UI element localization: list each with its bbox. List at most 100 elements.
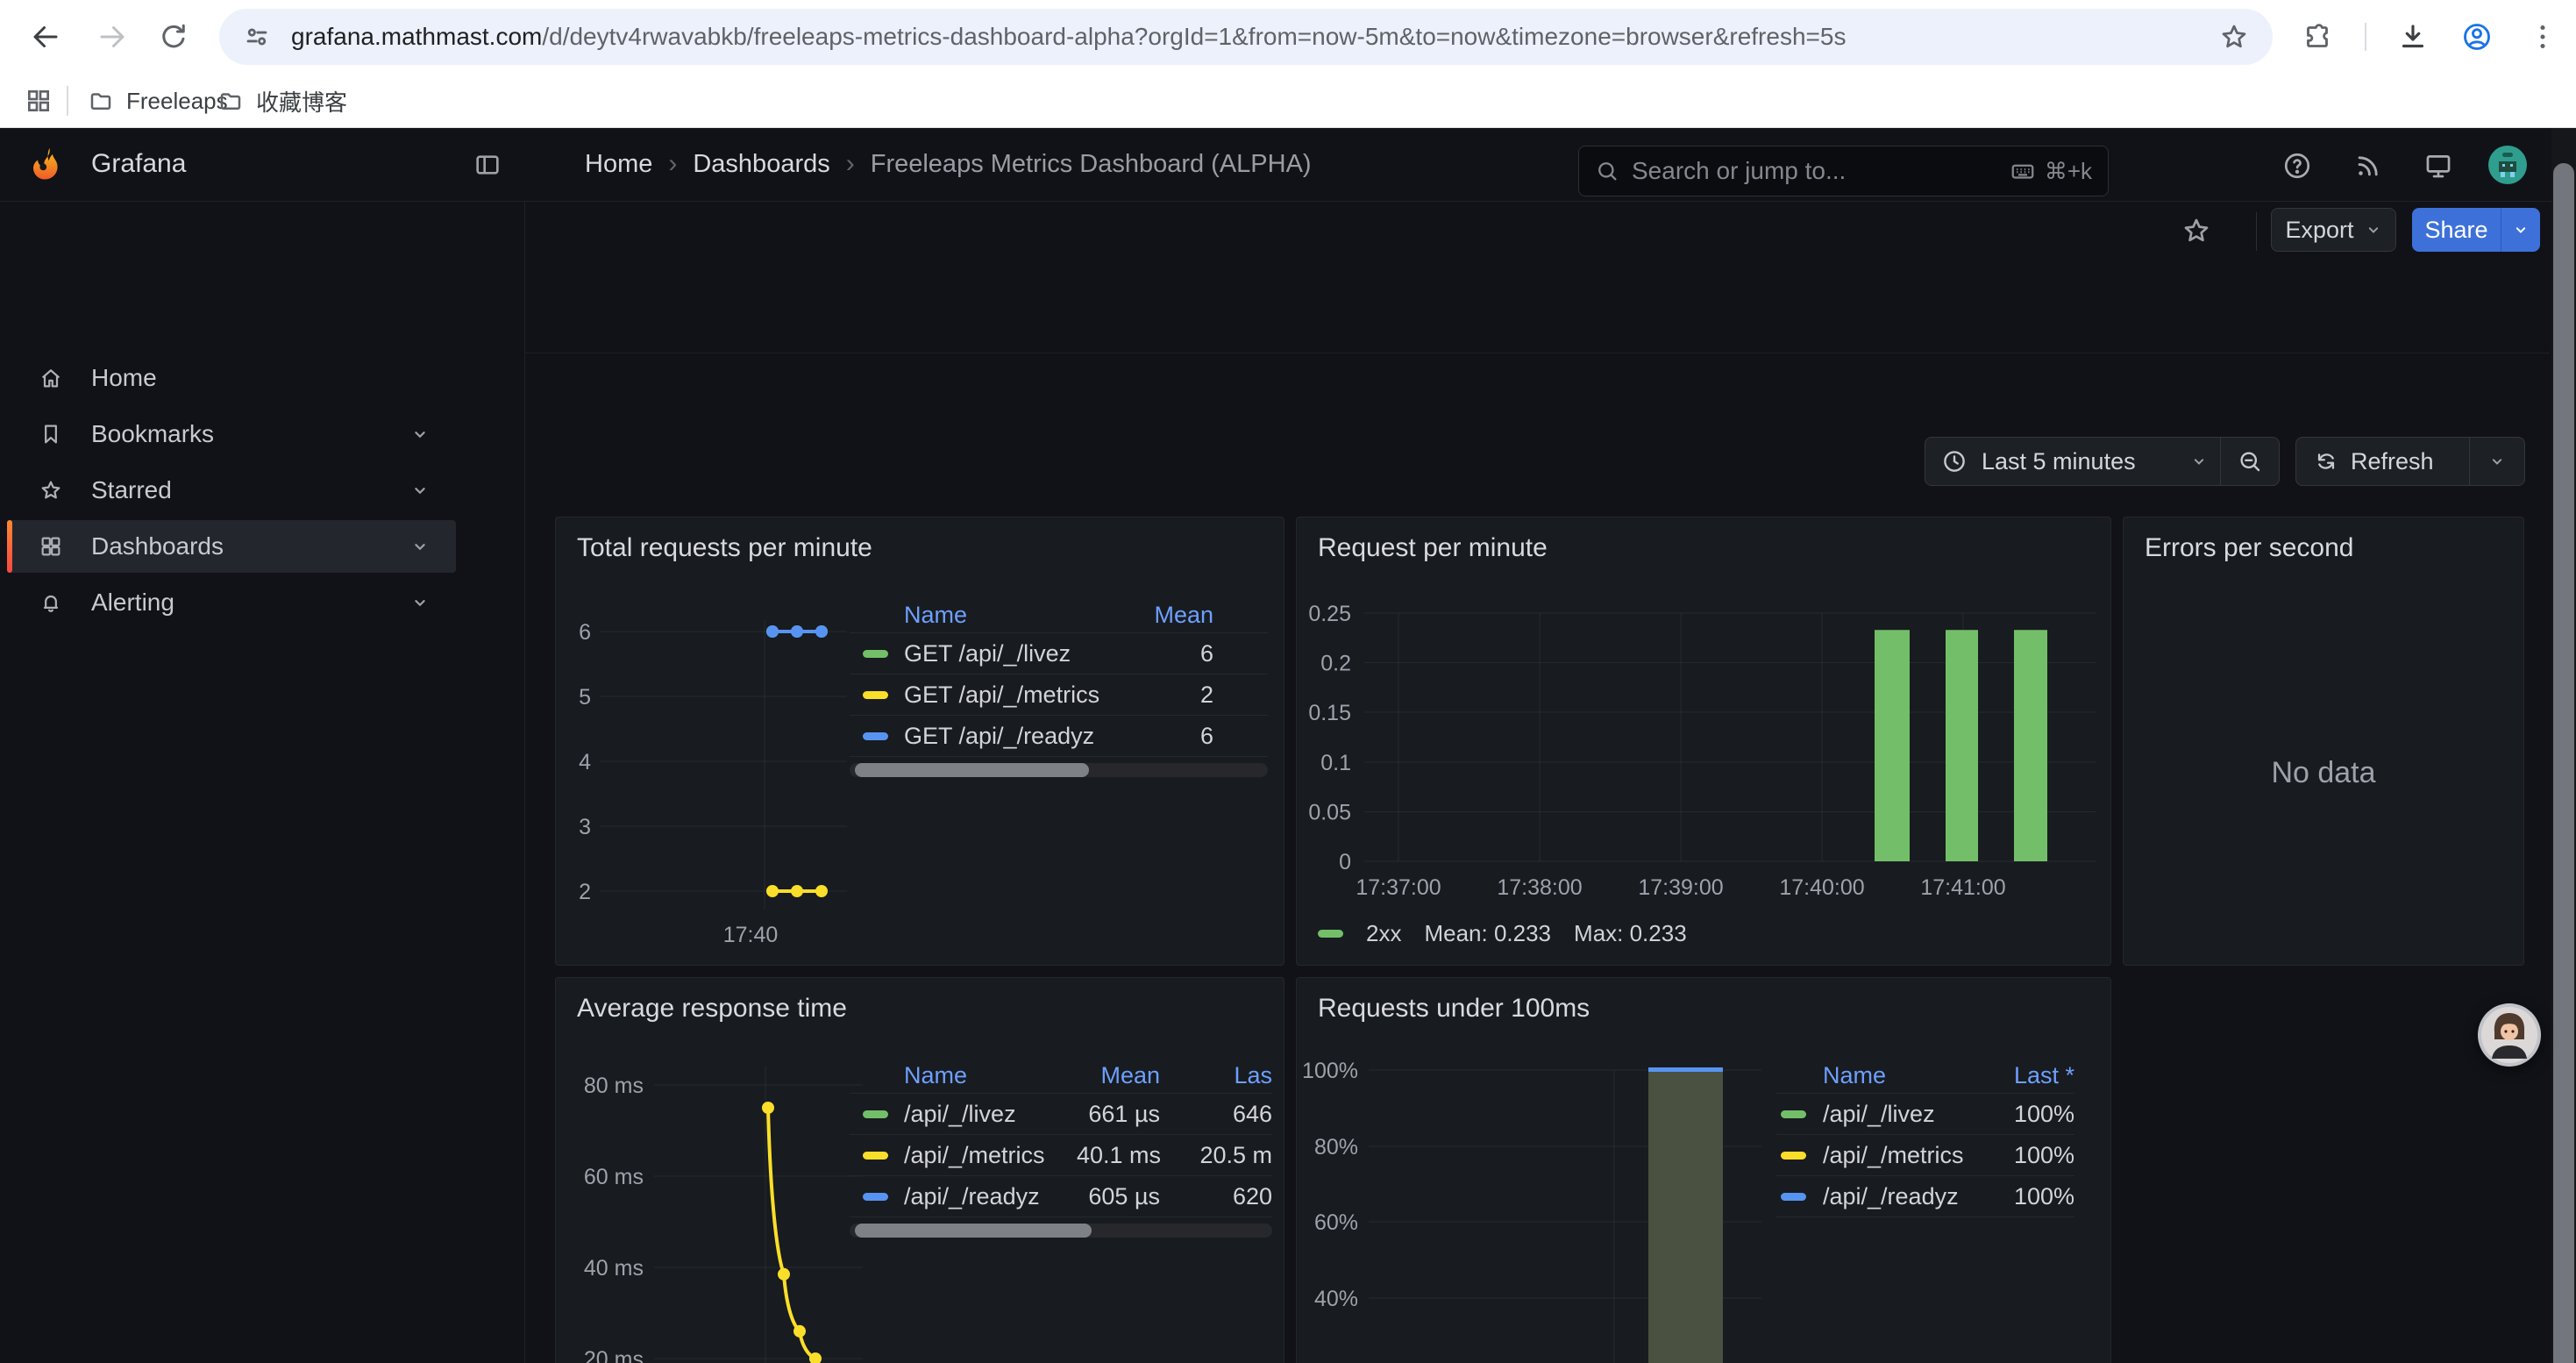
svg-text:0.15: 0.15 (1308, 701, 1351, 725)
zoom-out-icon (2237, 448, 2263, 475)
apps-grid-icon (39, 534, 63, 559)
sidebar-toggle-icon[interactable] (473, 151, 502, 179)
help-icon[interactable] (2282, 151, 2312, 181)
bookmark-folder-blogs[interactable]: 收藏博客 (217, 84, 347, 118)
series-color-pill (863, 732, 888, 740)
refresh-interval-button[interactable] (2470, 453, 2524, 470)
table-scrollbar[interactable] (850, 1224, 1272, 1238)
legend-row[interactable]: /api/_/livez661 µs646 (850, 1094, 1272, 1135)
sidebar-item-label: Alerting (91, 589, 410, 617)
svg-text:0: 0 (1339, 850, 1351, 874)
site-settings-icon[interactable] (242, 22, 272, 52)
clock-icon (1941, 448, 1968, 475)
no-data-message: No data (2124, 756, 2523, 790)
panel-title[interactable]: Average response time (577, 994, 847, 1024)
legend-row[interactable]: /api/_/readyz605 µs620 (850, 1176, 1272, 1217)
svg-text:60%: 60% (1314, 1210, 1358, 1235)
share-menu-button[interactable] (2501, 221, 2540, 239)
brand-label: Grafana (91, 149, 186, 179)
legend-row[interactable]: GET /api/_/readyz6 (850, 716, 1268, 757)
svg-text:80%: 80% (1314, 1135, 1358, 1160)
sidebar-item-dashboards[interactable]: Dashboards (7, 520, 456, 573)
chevron-down-icon (2512, 221, 2530, 239)
folder-icon (217, 88, 244, 114)
svg-text:60 ms: 60 ms (584, 1165, 644, 1189)
series-color-pill (863, 650, 888, 658)
profile-icon[interactable] (2461, 21, 2493, 53)
panel-title[interactable]: Errors per second (2145, 533, 2353, 563)
news-rss-icon[interactable] (2353, 151, 2383, 181)
page-scrollbar-thumb[interactable] (2553, 163, 2574, 1363)
legend-row[interactable]: GET /api/_/livez6 (850, 633, 1268, 674)
panel-title[interactable]: Requests under 100ms (1318, 994, 1590, 1024)
breadcrumb-home[interactable]: Home (585, 150, 652, 179)
panel-title[interactable]: Total requests per minute (577, 533, 872, 563)
bookmark-star-icon[interactable] (2218, 21, 2250, 53)
share-button-group: Share (2412, 208, 2540, 252)
sidebar-item-home[interactable]: Home (7, 352, 456, 404)
sidebar-item-starred[interactable]: Starred (7, 464, 456, 517)
grafana-logo[interactable] (25, 146, 63, 184)
sidebar-item-label: Starred (91, 476, 410, 504)
zoom-out-button[interactable] (2221, 448, 2279, 475)
keyboard-icon (2010, 158, 2036, 184)
sidebar-item-alerting[interactable]: Alerting (7, 576, 456, 629)
table-scrollbar-thumb[interactable] (855, 763, 1089, 777)
chart-legend[interactable]: 2xx Mean: 0.233 Max: 0.233 (1318, 920, 1687, 947)
extensions-icon[interactable] (2302, 21, 2333, 53)
star-icon (39, 478, 63, 503)
legend-table-header[interactable]: NameMeanLas (850, 1059, 1272, 1094)
back-icon[interactable] (30, 21, 61, 53)
screen: grafana.mathmast.com/d/deytv4rwavabkb/fr… (0, 0, 2576, 1363)
legend-row[interactable]: /api/_/metrics40.1 ms20.5 m (850, 1135, 1272, 1176)
url-bar[interactable]: grafana.mathmast.com/d/deytv4rwavabkb/fr… (219, 9, 2273, 65)
svg-text:40%: 40% (1314, 1287, 1358, 1311)
download-icon[interactable] (2397, 21, 2429, 53)
chart-request-per-minute[interactable]: 0.250.20.150.10.05017:37:0017:38:0017:39… (1297, 517, 2111, 966)
legend-row[interactable]: GET /api/_/metrics2 (850, 674, 1268, 716)
chevron-down-icon (2190, 453, 2208, 470)
kiosk-monitor-icon[interactable] (2423, 151, 2453, 181)
svg-text:0.2: 0.2 (1320, 652, 1351, 676)
chevron-down-icon (410, 537, 430, 556)
sidebar-item-bookmarks[interactable]: Bookmarks (7, 408, 456, 460)
legend-row[interactable]: /api/_/metrics100% (1776, 1135, 2074, 1176)
bookmark-icon (39, 422, 63, 446)
refresh-button[interactable]: Refresh (2351, 448, 2469, 475)
url-host: grafana.mathmast.com (291, 23, 542, 50)
panel-total-requests-per-minute: 6543217:40 Total requests per minute Nam… (555, 517, 1284, 966)
legend-table-header[interactable]: NameLast * (1776, 1059, 2074, 1094)
svg-text:3: 3 (579, 815, 591, 839)
user-avatar[interactable] (2488, 146, 2527, 184)
favorite-star-icon[interactable] (2181, 215, 2212, 246)
legend-table-header[interactable]: NameMean (850, 598, 1268, 633)
legend-row[interactable]: /api/_/livez100% (1776, 1094, 2074, 1135)
export-button[interactable]: Export (2271, 208, 2396, 252)
legend-table: NameMeanGET /api/_/livez6GET /api/_/metr… (850, 598, 1268, 777)
series-color-pill (863, 1193, 888, 1201)
apps-grid-icon[interactable] (25, 87, 53, 115)
breadcrumb-separator: › (652, 149, 693, 179)
chevron-down-icon (410, 593, 430, 612)
folder-icon (88, 88, 114, 114)
time-range-picker[interactable]: Last 5 minutes (1982, 448, 2190, 475)
floating-assistant-avatar[interactable] (2477, 1003, 2542, 1067)
panel-title[interactable]: Request per minute (1318, 533, 1548, 563)
table-scrollbar[interactable] (850, 763, 1268, 777)
breadcrumb-dashboards[interactable]: Dashboards (693, 150, 829, 179)
reload-icon[interactable] (158, 21, 189, 53)
browser-toolbar: grafana.mathmast.com/d/deytv4rwavabkb/fr… (0, 0, 2576, 74)
series-color-pill (863, 1110, 888, 1118)
kebab-menu-icon[interactable] (2527, 21, 2558, 53)
svg-text:5: 5 (579, 685, 591, 710)
table-scrollbar-thumb[interactable] (855, 1224, 1092, 1238)
legend-color-pill (1318, 930, 1343, 938)
search-box[interactable]: Search or jump to... ⌘+k (1578, 146, 2109, 196)
bookmark-label: Freeleaps (126, 88, 228, 115)
bookmark-folder-freeleaps[interactable]: Freeleaps (88, 84, 228, 118)
legend-row[interactable]: /api/_/readyz100% (1776, 1176, 2074, 1217)
home-icon (39, 366, 63, 390)
forward-icon[interactable] (96, 21, 128, 53)
svg-text:17:39:00: 17:39:00 (1638, 875, 1723, 900)
share-button[interactable]: Share (2412, 217, 2501, 244)
